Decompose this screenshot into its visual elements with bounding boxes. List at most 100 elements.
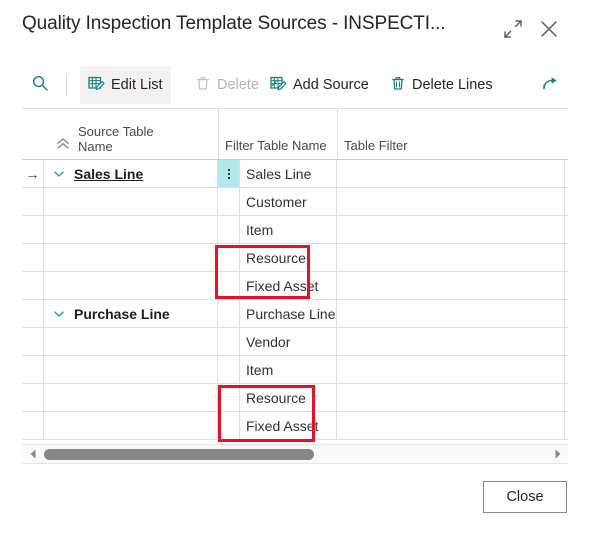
row-indicator xyxy=(22,188,44,215)
cell-table-filter[interactable] xyxy=(337,300,565,327)
dialog-window: Quality Inspection Template Sources - IN… xyxy=(0,0,590,535)
page-title: Quality Inspection Template Sources - IN… xyxy=(22,13,446,34)
scroll-left-arrow-icon[interactable] xyxy=(24,445,41,463)
row-indicator xyxy=(22,244,44,271)
cell-filter-table-name[interactable]: Customer xyxy=(240,188,337,215)
delete-lines-label: Delete Lines xyxy=(412,77,493,93)
row-indicator xyxy=(22,272,44,299)
cell-row-options xyxy=(218,384,240,411)
cell-table-filter[interactable] xyxy=(337,412,565,439)
close-button[interactable]: Close xyxy=(483,481,567,513)
cell-row-options[interactable] xyxy=(218,160,240,187)
trash-icon xyxy=(195,75,211,95)
add-source-icon xyxy=(270,75,287,96)
delete-lines-button[interactable]: Delete Lines xyxy=(382,66,501,104)
scrollbar-thumb[interactable] xyxy=(44,449,314,460)
current-row-arrow-icon: → xyxy=(25,165,40,182)
source-table-name-label: Sales Line xyxy=(74,165,144,182)
cell-row-options xyxy=(218,356,240,383)
cell-filter-table-name[interactable]: Purchase Line xyxy=(240,300,337,327)
cell-filter-table-name[interactable]: Resource xyxy=(240,384,337,411)
grid-body: → Sales Line Sales Line Customer Item Resourc… xyxy=(22,160,568,440)
table-row[interactable]: Item xyxy=(22,356,568,384)
table-row[interactable]: → Sales Line Sales Line xyxy=(22,160,568,188)
cell-table-filter[interactable] xyxy=(337,244,565,271)
delete-button: Delete xyxy=(187,66,267,104)
cell-source-table-name[interactable] xyxy=(44,188,218,215)
table-row[interactable]: Fixed Asset xyxy=(22,412,568,440)
cell-table-filter[interactable] xyxy=(337,384,565,411)
close-icon[interactable] xyxy=(536,16,562,42)
cell-filter-table-name[interactable]: Sales Line xyxy=(240,160,337,187)
cell-table-filter[interactable] xyxy=(337,356,565,383)
row-indicator xyxy=(22,384,44,411)
cell-filter-table-name[interactable]: Item xyxy=(240,356,337,383)
table-row[interactable]: Resource xyxy=(22,244,568,272)
source-table-name-label: Purchase Line xyxy=(74,305,170,322)
column-header-source-table-name-line2: Name xyxy=(78,139,113,154)
cell-filter-table-name[interactable]: Vendor xyxy=(240,328,337,355)
column-header-filter-table-name[interactable]: Filter Table Name xyxy=(225,138,327,153)
cell-source-table-name[interactable] xyxy=(44,272,218,299)
row-indicator xyxy=(22,216,44,243)
cell-filter-table-name[interactable]: Item xyxy=(240,216,337,243)
cell-table-filter[interactable] xyxy=(337,216,565,243)
share-icon xyxy=(542,74,560,96)
header-divider-2 xyxy=(337,109,338,159)
add-source-button[interactable]: Add Source xyxy=(262,66,377,104)
edit-list-button[interactable]: Edit List xyxy=(80,66,171,104)
table-row[interactable]: Resource xyxy=(22,384,568,412)
cell-source-table-name[interactable]: Purchase Line xyxy=(44,300,218,327)
cell-row-options xyxy=(218,188,240,215)
search-icon xyxy=(31,74,49,96)
data-grid: Source Table Name Filter Table Name Tabl… xyxy=(22,109,568,440)
table-row[interactable]: Customer xyxy=(22,188,568,216)
expand-icon[interactable] xyxy=(500,16,526,42)
chevron-down-icon[interactable] xyxy=(52,307,66,321)
scroll-right-arrow-icon[interactable] xyxy=(549,445,566,463)
toolbar-divider xyxy=(66,74,67,96)
chevron-down-icon[interactable] xyxy=(52,167,66,181)
row-indicator: → xyxy=(22,160,44,187)
double-chevron-up-icon[interactable] xyxy=(55,136,71,152)
cell-row-options xyxy=(218,244,240,271)
grid-header-row: Source Table Name Filter Table Name Tabl… xyxy=(22,109,568,160)
cell-source-table-name[interactable] xyxy=(44,384,218,411)
cell-table-filter[interactable] xyxy=(337,188,565,215)
delete-label: Delete xyxy=(217,77,259,93)
header-divider-1 xyxy=(218,109,219,159)
column-header-source-table-name[interactable]: Source Table Name xyxy=(78,124,198,154)
row-indicator xyxy=(22,356,44,383)
search-button[interactable] xyxy=(22,66,58,104)
cell-row-options xyxy=(218,328,240,355)
horizontal-scrollbar[interactable] xyxy=(22,444,568,464)
share-button[interactable] xyxy=(534,66,568,104)
cell-source-table-name[interactable] xyxy=(44,244,218,271)
cell-table-filter[interactable] xyxy=(337,272,565,299)
add-source-label: Add Source xyxy=(293,77,369,93)
cell-source-table-name[interactable]: Sales Line xyxy=(44,160,218,187)
edit-list-icon xyxy=(88,75,105,96)
cell-table-filter[interactable] xyxy=(337,328,565,355)
cell-row-options xyxy=(218,216,240,243)
table-row[interactable]: Fixed Asset xyxy=(22,272,568,300)
row-indicator xyxy=(22,328,44,355)
table-row[interactable]: Purchase Line Purchase Line xyxy=(22,300,568,328)
cell-source-table-name[interactable] xyxy=(44,356,218,383)
cell-filter-table-name[interactable]: Fixed Asset xyxy=(240,272,337,299)
cell-table-filter[interactable] xyxy=(337,160,565,187)
cell-row-options xyxy=(218,412,240,439)
cell-row-options xyxy=(218,272,240,299)
column-header-table-filter[interactable]: Table Filter xyxy=(344,138,408,153)
cell-source-table-name[interactable] xyxy=(44,216,218,243)
table-row[interactable]: Item xyxy=(22,216,568,244)
cell-filter-table-name[interactable]: Resource xyxy=(240,244,337,271)
vertical-ellipsis-icon[interactable] xyxy=(227,168,230,179)
cell-source-table-name[interactable] xyxy=(44,328,218,355)
trash-lines-icon xyxy=(390,75,406,95)
table-row[interactable]: Vendor xyxy=(22,328,568,356)
cell-filter-table-name[interactable]: Fixed Asset xyxy=(240,412,337,439)
cell-source-table-name[interactable] xyxy=(44,412,218,439)
row-indicator xyxy=(22,300,44,327)
title-bar: Quality Inspection Template Sources - IN… xyxy=(0,0,590,60)
